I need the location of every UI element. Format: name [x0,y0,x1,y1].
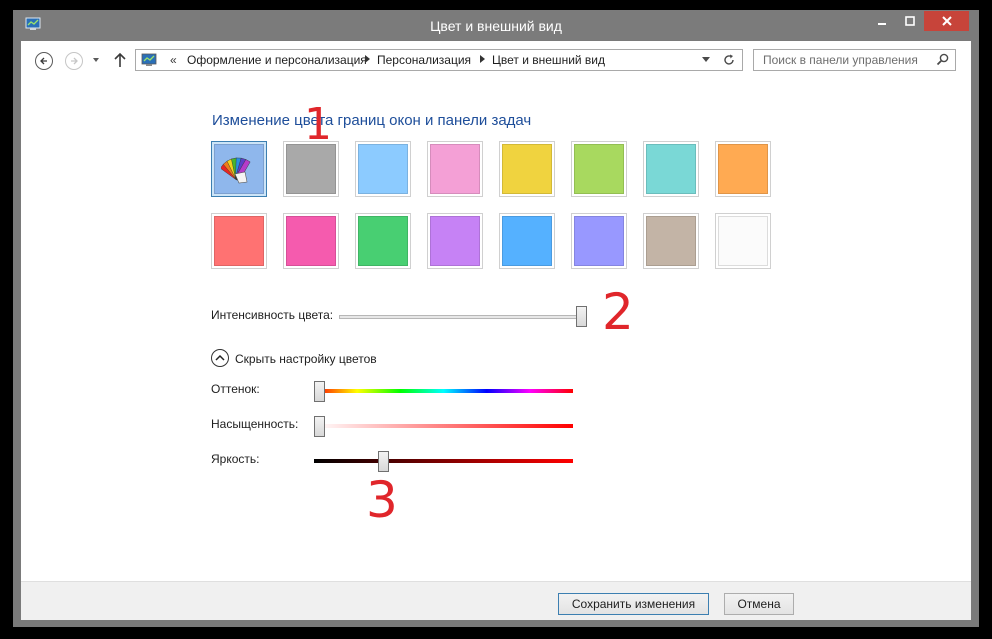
breadcrumb-separator-icon[interactable] [365,55,370,63]
color-swatch-lime[interactable] [571,141,627,197]
color-swatch-magenta[interactable] [283,213,339,269]
color-mixer-toggle-label[interactable]: Скрыть настройку цветов [235,352,377,366]
breadcrumb-item[interactable]: Оформление и персонализация [187,53,367,67]
color-swatch-salmon[interactable] [211,213,267,269]
breadcrumb-item[interactable]: Цвет и внешний вид [492,53,605,67]
swatch-fill [430,216,480,266]
swatch-fill [430,144,480,194]
annotation-number-1: 1 [304,99,332,150]
color-swatch-yellow[interactable] [499,141,555,197]
title-bar: Цвет и внешний вид [13,10,979,40]
back-button[interactable] [35,52,53,70]
window-title: Цвет и внешний вид [430,18,562,34]
swatch-fill [358,216,408,266]
swatch-fill [646,216,696,266]
cancel-button[interactable]: Отмена [724,593,794,615]
close-button[interactable] [924,11,969,31]
recent-locations-chevron-down-icon[interactable] [91,55,101,65]
saturation-label: Насыщенность: [211,417,299,431]
color-palette-icon [221,157,251,184]
minimize-icon [877,23,886,25]
color-swatch-orange[interactable] [715,141,771,197]
page-title: Изменение цвета границ окон и панели зад… [212,112,532,129]
address-bar[interactable]: « Оформление и персонализация Персонализ… [135,49,743,71]
color-intensity-slider-track[interactable] [339,315,587,319]
swatch-fill [718,216,768,266]
minimize-button[interactable] [868,11,895,31]
swatch-fill [574,144,624,194]
swatch-fill [214,216,264,266]
color-swatch-sky-blue[interactable] [355,141,411,197]
search-icon[interactable] [936,53,949,66]
color-swatch-green[interactable] [355,213,411,269]
color-swatch-automatic[interactable] [211,141,267,197]
arrow-right-icon [71,57,78,65]
swatch-fill [718,144,768,194]
annotation-number-2: 2 [602,283,634,341]
swatch-fill [214,144,264,194]
swatch-fill [574,216,624,266]
brightness-slider-thumb[interactable] [378,451,390,472]
swatch-fill [286,144,336,194]
brightness-label: Яркость: [211,452,260,466]
refresh-icon[interactable] [722,53,736,67]
swatch-fill [502,144,552,194]
color-swatch-white[interactable] [715,213,771,269]
hue-slider-track[interactable] [314,389,573,393]
swatch-fill [358,144,408,194]
breadcrumb-separator-icon[interactable] [480,55,485,63]
color-swatch-teal[interactable] [643,141,699,197]
color-intensity-label: Интенсивность цвета: [211,308,334,322]
color-swatch-periwinkle[interactable] [571,213,627,269]
footer-bar: Сохранить изменения Отмена [21,581,971,620]
forward-button[interactable] [65,52,83,70]
color-intensity-slider-thumb[interactable] [576,306,587,327]
control-panel-icon [141,53,157,66]
color-swatch-pink[interactable] [427,141,483,197]
collapse-color-mixer-button[interactable] [211,349,229,367]
arrow-up-icon[interactable] [113,51,127,69]
hue-slider-thumb[interactable] [314,381,325,402]
client-area: « Оформление и персонализация Персонализ… [21,41,971,620]
close-icon [941,16,952,26]
arrow-left-icon [40,57,47,65]
saturation-slider-thumb[interactable] [314,416,325,437]
maximize-button[interactable] [896,11,923,31]
navigation-bar: « Оформление и персонализация Персонализ… [21,41,971,81]
window: Цвет и внешний вид « Оформление и персон… [13,10,979,627]
search-placeholder: Поиск в панели управления [763,53,918,67]
breadcrumb-item[interactable]: Персонализация [377,53,471,67]
breadcrumb-overflow[interactable]: « [170,53,177,67]
color-swatch-violet[interactable] [427,213,483,269]
address-dropdown-chevron-down-icon[interactable] [702,57,710,63]
brightness-slider-track[interactable] [314,459,573,463]
swatch-fill [286,216,336,266]
saturation-slider-track[interactable] [314,424,573,428]
swatch-fill [502,216,552,266]
color-swatch-taupe[interactable] [643,213,699,269]
color-swatch-blue[interactable] [499,213,555,269]
swatch-fill [646,144,696,194]
maximize-icon [904,16,915,26]
chevron-up-icon [215,354,225,361]
search-input[interactable]: Поиск в панели управления [753,49,956,71]
save-changes-button[interactable]: Сохранить изменения [558,593,709,615]
annotation-number-3: 3 [366,471,398,529]
hue-label: Оттенок: [211,382,260,396]
